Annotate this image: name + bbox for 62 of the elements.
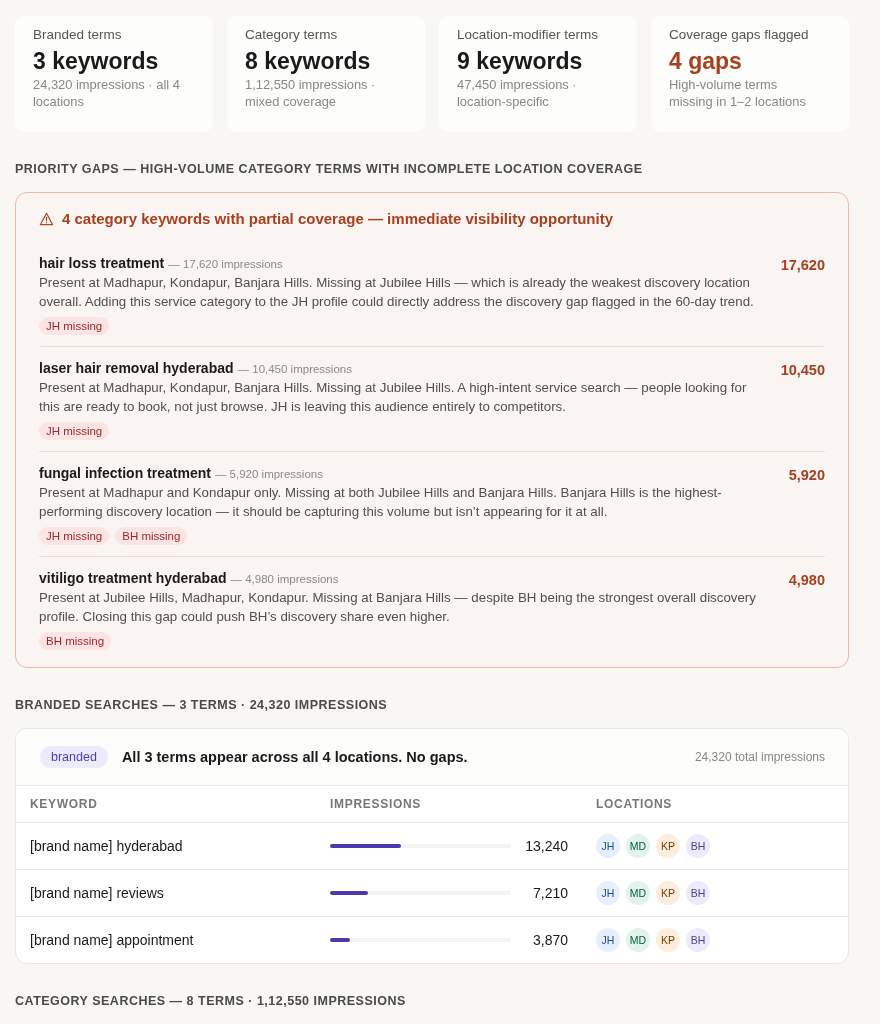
impressions-count: 17,620 xyxy=(780,256,825,275)
location-chip: BH xyxy=(686,881,710,905)
keyword-name: fungal infection treatment xyxy=(39,464,211,483)
total-impressions: 24,320 total impressions xyxy=(694,750,825,764)
section-heading: CATEGORY SEARCHES — 8 TERMS · 1,12,550 IMPRESSIONS xyxy=(15,993,407,1009)
gap-description: Present at Jubilee Hills, Madhapur, Kondapur. Missing at Banjara Hills — despite BH being the strongest overall discovery profile. Closing this gap could push BH’s discovery share even higher. xyxy=(39,589,757,626)
gap-description: Present at Madhapur, Kondapur, Banjara Hills. Missing at Jubilee Hills. A high-intent service search — people looking for this are ready to book, not just browse. JH is leaving this audience entirely to competitors. xyxy=(39,379,748,416)
branded-badge: branded xyxy=(40,746,108,768)
column-header: KEYWORD xyxy=(30,797,99,811)
stat-label: Location-modifier terms xyxy=(457,26,599,44)
warning-icon xyxy=(39,212,54,226)
keyword-name: laser hair removal hyderabad xyxy=(39,359,234,378)
column-header: IMPRESSIONS xyxy=(330,797,423,811)
location-chip: MD xyxy=(626,928,650,952)
missing-tag: JH missing xyxy=(39,422,110,440)
keyword-name: hair loss treatment xyxy=(39,254,165,273)
location-chip: KP xyxy=(656,881,680,905)
impressions-note: — 17,620 impressions xyxy=(168,257,283,272)
gap-description: Present at Madhapur and Kondapur only. Missing at both Jubilee Hills and Banjara Hills. Banjara Hills is the highest-performing discovery location — it should be capturing this volume but isn’t appearing for it at all. xyxy=(39,484,723,521)
stat-value: 3 keywords xyxy=(33,47,159,76)
keyword-cell-text: [brand name] hyderabad xyxy=(30,838,184,854)
keyword-cell-text: [brand name] reviews xyxy=(30,885,165,901)
location-chip: JH xyxy=(596,834,620,858)
location-chip: KP xyxy=(656,834,680,858)
stat-note: 47,450 impressions · location-specific xyxy=(457,76,578,110)
gap-description: Present at Madhapur, Kondapur, Banjara Hills. Missing at Jubilee Hills — which is already the weakest discovery location overall. Adding this service category to the JH profile could directly address the discovery gap flagged in the 60-day trend. xyxy=(39,274,755,311)
missing-tag: BH missing xyxy=(115,527,188,545)
stat-label: Branded terms xyxy=(33,26,122,44)
impressions-value: 7,210 xyxy=(532,885,568,901)
section-heading: BRANDED SEARCHES — 3 TERMS · 24,320 IMPRESSIONS xyxy=(15,697,389,713)
location-chip: BH xyxy=(686,834,710,858)
impressions-count: 4,980 xyxy=(788,571,825,590)
impressions-note: — 4,980 impressions xyxy=(230,572,339,587)
stat-label: Coverage gaps flagged xyxy=(669,26,809,44)
column-header: LOCATIONS xyxy=(595,797,674,811)
missing-tag: JH missing xyxy=(39,527,110,545)
stat-label: Category terms xyxy=(245,26,338,44)
missing-tag: BH missing xyxy=(39,632,112,650)
stat-note: 1,12,550 impressions · mixed coverage xyxy=(245,76,377,110)
impressions-count: 5,920 xyxy=(788,466,825,485)
location-chip: KP xyxy=(656,928,680,952)
impressions-value: 3,870 xyxy=(532,932,568,948)
location-chip: MD xyxy=(626,834,650,858)
stat-note: High-volume terms missing in 1–2 locations xyxy=(669,76,807,110)
stat-value: 4 gaps xyxy=(669,47,742,76)
location-chip: JH xyxy=(596,928,620,952)
keyword-name: vitiligo treatment hyderabad xyxy=(39,569,227,588)
impressions-value: 13,240 xyxy=(525,838,568,854)
impressions-note: — 5,920 impressions xyxy=(214,467,323,482)
section-heading: PRIORITY GAPS — HIGH-VOLUME CATEGORY TERMS WITH INCOMPLETE LOCATION COVERAGE xyxy=(15,161,644,177)
stat-value: 8 keywords xyxy=(245,47,371,76)
location-chip: MD xyxy=(626,881,650,905)
missing-tag: JH missing xyxy=(39,317,110,335)
stat-value: 9 keywords xyxy=(457,47,583,76)
location-chip: BH xyxy=(686,928,710,952)
impressions-note: — 10,450 impressions xyxy=(237,362,352,377)
summary-text: All 3 terms appear across all 4 locations. No gaps. xyxy=(121,749,468,765)
stat-note: 24,320 impressions · all 4 locations xyxy=(33,76,181,110)
location-chip: JH xyxy=(596,881,620,905)
keyword-cell-text: [brand name] appointment xyxy=(30,932,195,948)
impressions-count: 10,450 xyxy=(780,361,825,380)
alert-title: 4 category keywords with partial coverage — immediate visibility opportunity xyxy=(62,209,613,229)
